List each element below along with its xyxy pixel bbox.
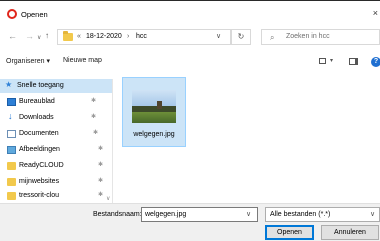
- search-input[interactable]: ⌕ Zoeken in hcc: [261, 29, 380, 45]
- pin-icon: ✱: [98, 162, 104, 168]
- back-arrow-icon[interactable]: ←: [8, 31, 17, 41]
- document-icon: [7, 130, 16, 138]
- sidebar-item-label: Bureaublad: [19, 98, 55, 105]
- pin-icon: ✱: [98, 146, 104, 152]
- sidebar-item-label: ReadyCLOUD: [19, 162, 64, 169]
- search-placeholder: Zoeken in hcc: [286, 33, 330, 40]
- close-icon[interactable]: ×: [373, 8, 378, 18]
- recent-locations-chevron-icon[interactable]: ∨: [37, 34, 41, 41]
- dialog-footer: Bestandsnaam: welgegen.jpg ∨ Alle bestan…: [0, 203, 380, 241]
- pin-icon: ✱: [91, 114, 97, 120]
- sidebar-item-label: Documenten: [19, 130, 59, 137]
- file-item[interactable]: welgegen.jpg: [122, 77, 186, 147]
- filename-input[interactable]: welgegen.jpg ∨: [141, 207, 258, 222]
- pin-icon: ✱: [91, 98, 97, 104]
- sidebar-item-label: Afbeeldingen: [19, 146, 60, 153]
- star-icon: ★: [5, 80, 13, 89]
- window-title: Openen: [21, 10, 48, 19]
- view-dropdown-icon[interactable]: ▾: [330, 57, 333, 64]
- breadcrumb-overflow-icon[interactable]: «: [77, 33, 81, 40]
- address-bar[interactable]: « 18-12-2020 › hcc ∨: [57, 29, 231, 45]
- open-file-dialog: Openen × ← → ∨ ↑ « 18-12-2020 › hcc ∨ ↻ …: [0, 0, 380, 241]
- open-button[interactable]: Openen: [265, 225, 314, 240]
- folder-icon: [7, 178, 16, 186]
- desktop-icon: [7, 98, 16, 106]
- pictures-icon: [7, 146, 16, 154]
- organize-menu-button[interactable]: Organiseren ▾: [6, 57, 50, 65]
- sidebar-item-label: Downloads: [19, 114, 54, 121]
- folder-icon: [7, 192, 16, 200]
- sidebar-item-mijnwebsites[interactable]: mijnwebsites ✱: [0, 175, 112, 189]
- filetype-select[interactable]: Alle bestanden (*.*) ∨: [265, 207, 380, 222]
- pin-icon: ✱: [98, 192, 104, 198]
- forward-arrow-icon[interactable]: →: [25, 31, 34, 41]
- sidebar-item-label: Snelle toegang: [17, 82, 64, 89]
- cancel-button[interactable]: Annuleren: [321, 225, 379, 240]
- sidebar-item-tressorit-clou[interactable]: tressorit-clou ✱: [0, 189, 112, 203]
- sidebar-item-label: tressorit-clou: [19, 192, 60, 199]
- filetype-dropdown-icon: ∨: [370, 211, 376, 218]
- breadcrumb-18-12-2020[interactable]: 18-12-2020: [86, 33, 122, 40]
- command-bar: Organiseren ▾ Nieuwe map ▾ ?: [0, 53, 380, 71]
- address-dropdown-icon[interactable]: ∨: [216, 32, 221, 40]
- breadcrumb-hcc[interactable]: hcc: [136, 33, 147, 40]
- search-icon: ⌕: [270, 33, 275, 42]
- sidebar-item-bureaublad[interactable]: Bureaublad ✱: [0, 95, 112, 109]
- download-icon: ↓: [8, 111, 13, 121]
- title-bar: Openen ×: [0, 1, 380, 27]
- navigation-pane: ★ Snelle toegang Bureaublad ✱ ↓ Download…: [0, 79, 113, 203]
- filename-label: Bestandsnaam:: [93, 211, 142, 218]
- folder-icon: [63, 31, 73, 41]
- scroll-down-icon[interactable]: ∨: [106, 195, 110, 202]
- sidebar-item-label: mijnwebsites: [19, 178, 60, 185]
- breadcrumb-separator-icon[interactable]: ›: [127, 33, 129, 40]
- sidebar-item-readycloud[interactable]: ReadyCLOUD ✱: [0, 159, 112, 173]
- image-thumbnail: [132, 90, 176, 123]
- folder-icon: [7, 162, 16, 170]
- filename-dropdown-icon[interactable]: ∨: [246, 210, 251, 218]
- file-list: welgegen.jpg: [114, 71, 380, 203]
- filetype-value: Alle bestanden (*.*): [270, 211, 331, 218]
- help-icon[interactable]: ?: [371, 57, 380, 67]
- refresh-button[interactable]: ↻: [231, 29, 251, 45]
- sidebar-item-downloads[interactable]: ↓ Downloads ✱: [0, 111, 112, 125]
- sidebar-item-snelle-toegang[interactable]: ★ Snelle toegang: [0, 79, 112, 93]
- preview-pane-icon[interactable]: [349, 58, 358, 65]
- sidebar-item-documenten[interactable]: Documenten ✱: [0, 127, 112, 141]
- opera-icon: [7, 9, 17, 19]
- up-arrow-icon[interactable]: ↑: [45, 31, 49, 40]
- pin-icon: ✱: [98, 178, 104, 184]
- view-options-icon[interactable]: [319, 58, 326, 64]
- file-name: welgegen.jpg: [133, 131, 175, 138]
- sidebar-item-afbeeldingen[interactable]: Afbeeldingen ✱: [0, 143, 112, 157]
- filename-value: welgegen.jpg: [145, 211, 187, 218]
- pin-icon: ✱: [93, 130, 99, 136]
- new-folder-button[interactable]: Nieuwe map: [63, 57, 102, 64]
